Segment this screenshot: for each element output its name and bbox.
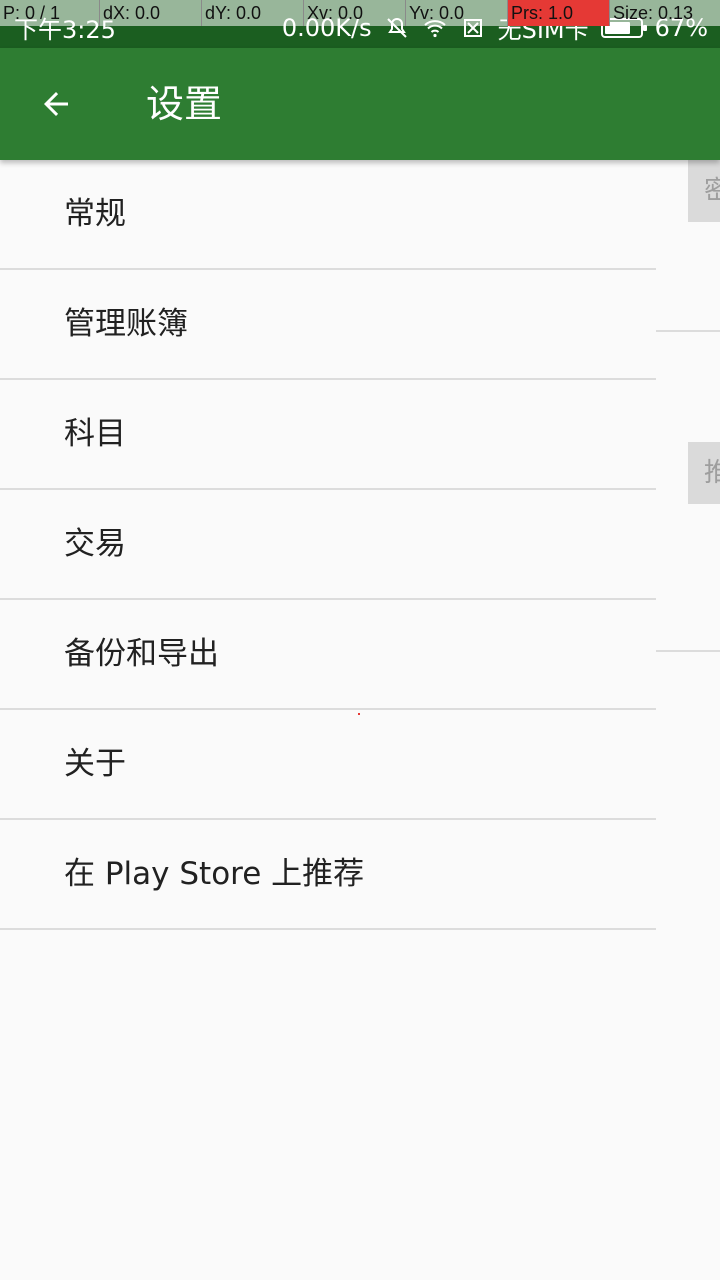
back-button[interactable] [26, 74, 86, 134]
overlay-yv: Yv: 0.0 [406, 0, 508, 26]
settings-item-recommend-play-store[interactable]: 在 Play Store 上推荐 [0, 820, 656, 930]
pointer-debug-overlay: P: 0 / 1 dX: 0.0 dY: 0.0 Xv: 0.0 Yv: 0.0… [0, 0, 720, 26]
settings-item-about[interactable]: 关于 [0, 710, 656, 820]
settings-item-general[interactable]: 常规 [0, 160, 656, 270]
overlay-dx: dX: 0.0 [100, 0, 202, 26]
detail-pane-partial: 密 推 [656, 160, 720, 1280]
detail-pane-divider [656, 650, 720, 652]
detail-pane-button-2[interactable]: 推 [688, 442, 720, 504]
settings-list: 常规 管理账簿 科目 交易 备份和导出 关于 在 Play Store 上推荐 [0, 160, 656, 930]
settings-item-manage-books[interactable]: 管理账簿 [0, 270, 656, 380]
arrow-left-icon [44, 92, 68, 116]
settings-item-label: 科目 [64, 416, 126, 452]
settings-item-transactions[interactable]: 交易 [0, 490, 656, 600]
page-title: 设置 [146, 82, 223, 126]
settings-item-label: 备份和导出 [64, 636, 219, 672]
settings-item-label: 常规 [64, 196, 126, 232]
overlay-size: Size: 0.13 [610, 0, 720, 26]
overlay-pressure: Prs: 1.0 [508, 0, 610, 26]
overlay-xv: Xv: 0.0 [304, 0, 406, 26]
overlay-pointer-count: P: 0 / 1 [0, 0, 100, 26]
settings-item-accounts[interactable]: 科目 [0, 380, 656, 490]
detail-pane-button-1[interactable]: 密 [688, 160, 720, 222]
touch-point-marker [358, 713, 360, 715]
settings-item-label: 在 Play Store 上推荐 [64, 856, 365, 892]
settings-item-label: 交易 [64, 526, 126, 562]
app-bar: 设置 [0, 48, 720, 160]
detail-pane-divider [656, 330, 720, 332]
settings-item-label: 管理账簿 [64, 306, 188, 342]
settings-item-backup-export[interactable]: 备份和导出 [0, 600, 656, 710]
overlay-dy: dY: 0.0 [202, 0, 304, 26]
settings-item-label: 关于 [64, 746, 126, 782]
